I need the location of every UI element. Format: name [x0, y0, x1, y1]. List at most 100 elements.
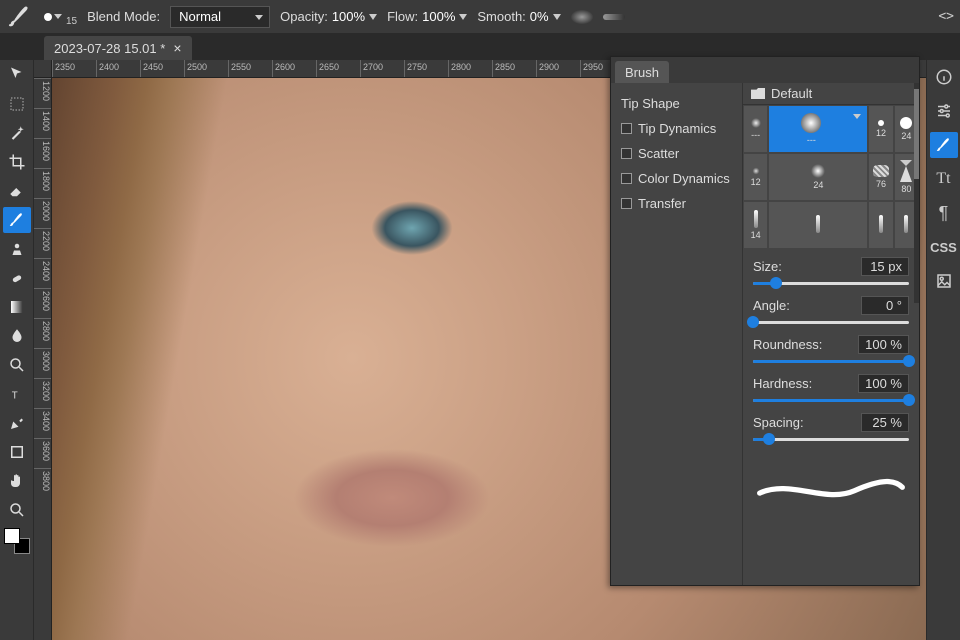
- brush-preset[interactable]: 24: [768, 153, 868, 201]
- slider-track[interactable]: [753, 357, 909, 365]
- brush-swatch-icon: [816, 215, 820, 233]
- fg-color[interactable]: [4, 528, 20, 544]
- brush-tab[interactable]: Brush: [615, 61, 669, 83]
- stroke-preview-soft-icon[interactable]: [571, 10, 593, 24]
- zoom-tool[interactable]: [3, 352, 31, 378]
- preset-group-label: Default: [771, 86, 812, 101]
- checkbox-icon[interactable]: [621, 148, 632, 159]
- slider-value[interactable]: 100 %: [858, 374, 909, 393]
- slider-track[interactable]: [753, 435, 909, 443]
- slider-value[interactable]: 0 °: [861, 296, 909, 315]
- brush-swatch-icon: [752, 167, 760, 175]
- brush-size-dot-icon: [44, 13, 52, 21]
- brush-preset[interactable]: 12: [743, 153, 768, 201]
- tip-dynamics-item[interactable]: Tip Dynamics: [611, 116, 742, 141]
- checkbox-icon[interactable]: [621, 123, 632, 134]
- paragraph-panel-icon[interactable]: ¶: [930, 200, 958, 226]
- document-tab[interactable]: 2023-07-28 15.01 * ×: [44, 36, 192, 60]
- brush-preset[interactable]: ---: [768, 105, 868, 153]
- document-tab-title: 2023-07-28 15.01 *: [54, 41, 165, 56]
- shape-tool[interactable]: [3, 439, 31, 465]
- stroke-preview-thin-icon[interactable]: [603, 14, 625, 20]
- color-swatch[interactable]: [4, 528, 30, 554]
- hard-slider[interactable]: Hardness:100 %: [753, 374, 909, 404]
- move-tool[interactable]: [3, 62, 31, 88]
- presets-scrollbar[interactable]: [914, 83, 919, 303]
- brush-swatch-icon: [754, 210, 758, 228]
- image-panel-icon[interactable]: [930, 268, 958, 294]
- scatter-item[interactable]: Scatter: [611, 141, 742, 166]
- marquee-tool[interactable]: [3, 91, 31, 117]
- hand-tool[interactable]: [3, 468, 31, 494]
- slider-track[interactable]: [753, 396, 909, 404]
- flow-value: 100%: [422, 9, 455, 24]
- chevron-down-icon: [553, 14, 561, 20]
- brush-swatch-icon: [904, 215, 908, 233]
- ruler-vertical[interactable]: 1200140016001800200022002400260028003000…: [34, 78, 52, 640]
- size-slider[interactable]: Size:15 px: [753, 257, 909, 287]
- blend-mode-select[interactable]: Normal: [170, 6, 270, 28]
- wand-tool[interactable]: [3, 120, 31, 146]
- info-panel-icon[interactable]: [930, 64, 958, 90]
- brush-preset[interactable]: 14: [743, 201, 768, 249]
- type-panel-icon[interactable]: Tt: [930, 166, 958, 192]
- slider-label: Roundness:: [753, 337, 822, 352]
- heal-tool[interactable]: [3, 265, 31, 291]
- smooth-control[interactable]: Smooth: 0%: [477, 9, 560, 24]
- brush-preset[interactable]: [868, 201, 893, 249]
- tools-panel: T: [0, 60, 34, 640]
- svg-text:T: T: [11, 391, 17, 402]
- clone-tool[interactable]: [3, 236, 31, 262]
- gradient-tool[interactable]: [3, 294, 31, 320]
- slider-track[interactable]: [753, 318, 909, 326]
- slider-value[interactable]: 25 %: [861, 413, 909, 432]
- slider-value[interactable]: 100 %: [858, 335, 909, 354]
- brush-preset[interactable]: 76: [868, 153, 893, 201]
- tip-shape-item[interactable]: Tip Shape: [611, 91, 742, 116]
- css-panel-icon[interactable]: CSS: [930, 234, 958, 260]
- sliders-panel-icon[interactable]: [930, 98, 958, 124]
- brush-swatch-icon: [878, 120, 884, 126]
- slider-track[interactable]: [753, 279, 909, 287]
- color-dynamics-item[interactable]: Color Dynamics: [611, 166, 742, 191]
- checkbox-icon[interactable]: [621, 173, 632, 184]
- pen-tool[interactable]: [3, 410, 31, 436]
- opacity-label: Opacity:: [280, 9, 328, 24]
- type-tool[interactable]: T: [3, 381, 31, 407]
- preset-group-bar[interactable]: Default: [743, 83, 919, 105]
- chevron-down-icon: [54, 14, 62, 19]
- opacity-value: 100%: [332, 9, 365, 24]
- transfer-item[interactable]: Transfer: [611, 191, 742, 216]
- brush-preset[interactable]: 12: [868, 105, 893, 153]
- brush-size-indicator[interactable]: [44, 13, 62, 21]
- right-panels-strip: Tt ¶ CSS: [926, 60, 960, 640]
- spacing-slider[interactable]: Spacing:25 %: [753, 413, 909, 443]
- slider-label: Angle:: [753, 298, 790, 313]
- brush-preset[interactable]: ---: [743, 105, 768, 153]
- crop-tool[interactable]: [3, 149, 31, 175]
- brush-swatch-icon: [801, 113, 821, 133]
- brush-panel-tabs: Brush: [611, 57, 919, 83]
- angle-slider[interactable]: Angle: 0 °: [753, 296, 909, 326]
- chevron-down-icon: [459, 14, 467, 20]
- embed-icon[interactable]: <>: [938, 9, 954, 24]
- checkbox-icon[interactable]: [621, 198, 632, 209]
- brush-tool[interactable]: [3, 207, 31, 233]
- brush-options-list: Tip Shape Tip Dynamics Scatter Color Dyn…: [611, 83, 743, 585]
- stroke-preview: [751, 457, 911, 521]
- blur-tool[interactable]: [3, 323, 31, 349]
- smooth-label: Smooth:: [477, 9, 525, 24]
- brush-panel-icon[interactable]: [930, 132, 958, 158]
- brush-swatch-icon: [900, 117, 912, 129]
- eraser-tool[interactable]: [3, 178, 31, 204]
- zoom-tool-2[interactable]: [3, 497, 31, 523]
- flow-control[interactable]: Flow: 100%: [387, 9, 467, 24]
- slider-value[interactable]: 15 px: [861, 257, 909, 276]
- round-slider[interactable]: Roundness: 100 %: [753, 335, 909, 365]
- brush-preset[interactable]: [768, 201, 868, 249]
- smooth-value: 0%: [530, 9, 549, 24]
- close-icon[interactable]: ×: [173, 40, 181, 56]
- scrollbar-thumb[interactable]: [914, 89, 919, 179]
- brush-tool-icon: [6, 6, 34, 28]
- opacity-control[interactable]: Opacity: 100%: [280, 9, 377, 24]
